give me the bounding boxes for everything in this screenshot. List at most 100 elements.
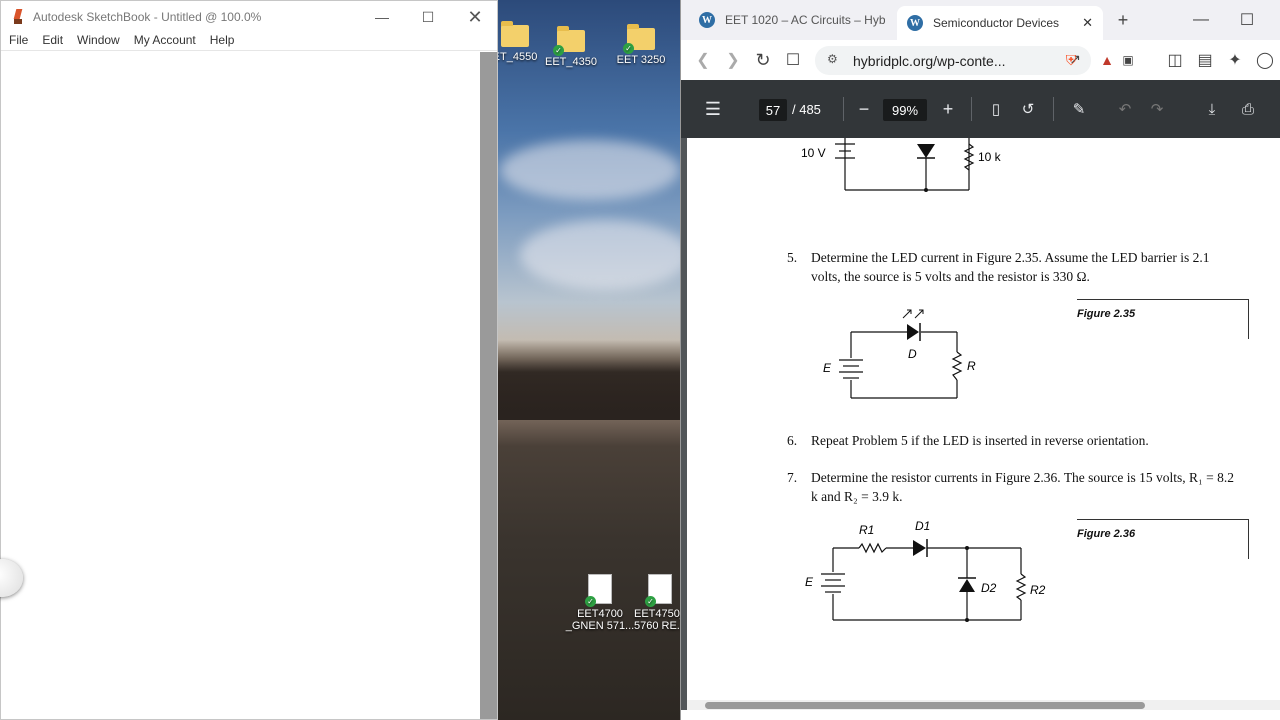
browser-window: W EET 1020 – AC Circuits – Hybri W Semic… bbox=[680, 0, 1280, 720]
minimize-button[interactable]: — bbox=[1191, 10, 1211, 30]
folder-icon bbox=[501, 21, 529, 47]
back-icon[interactable]: ❮ bbox=[693, 50, 713, 70]
figure-2-35-circuit: E D R bbox=[823, 309, 976, 399]
folder-icon: ✓ bbox=[553, 26, 585, 56]
problem-text: Determine the resistor currents in Figur… bbox=[811, 470, 1234, 504]
menu-my-account[interactable]: My Account bbox=[134, 33, 196, 50]
figure-2-36-circuit: E R1 D1 D2 R2 bbox=[805, 519, 1046, 622]
problem-text: Repeat Problem 5 if the LED is inserted … bbox=[811, 433, 1149, 448]
window-title: Autodesk SketchBook - Untitled @ 100.0% bbox=[33, 10, 262, 24]
page-number-input[interactable]: 57 bbox=[759, 99, 787, 121]
menu-edit[interactable]: Edit bbox=[42, 33, 63, 50]
menu-icon[interactable]: ☰ bbox=[703, 99, 723, 119]
sync-check-icon: ✓ bbox=[645, 596, 656, 607]
desktop-wallpaper: ET_4550 ✓ EET_4350 ✓ EET 3250 ✓ EET4700 … bbox=[480, 0, 690, 720]
vpn-icon[interactable]: ◯ bbox=[1255, 50, 1275, 70]
new-tab-icon[interactable]: + bbox=[1113, 10, 1133, 30]
sketchbook-window: Autodesk SketchBook - Untitled @ 100.0% … bbox=[0, 0, 498, 720]
wallpaper-treeline bbox=[480, 340, 690, 420]
menu-window[interactable]: Window bbox=[77, 33, 120, 50]
zoom-input[interactable]: 99% bbox=[883, 99, 927, 121]
pdf-viewer[interactable]: 10 V 10 k 5. Determine the LED current i… bbox=[681, 138, 1280, 710]
menu-file[interactable]: File bbox=[9, 33, 28, 50]
desktop-folder-icon[interactable]: ✓ EET_4350 bbox=[536, 26, 606, 68]
reload-icon[interactable]: ↻ bbox=[753, 50, 773, 70]
annotate-icon[interactable]: ✎ bbox=[1069, 99, 1089, 119]
resistor-label: 10 k bbox=[978, 150, 1002, 164]
problem-number: 6. bbox=[787, 433, 798, 448]
undo-icon[interactable]: ↶ bbox=[1115, 99, 1135, 119]
site-settings-icon[interactable]: ⚙ bbox=[827, 52, 838, 66]
browser-toolbar: ❮ ❯ ↻ ☐ ⚙ hybridplc.org/wp-conte... ↗ ⛨ … bbox=[681, 40, 1280, 80]
problem-number: 7. bbox=[787, 470, 798, 485]
zoom-out-icon[interactable]: − bbox=[854, 99, 874, 119]
source-label: E bbox=[823, 361, 832, 375]
bookmark-icon[interactable]: ☐ bbox=[783, 50, 803, 70]
download-icon[interactable]: ⤓ bbox=[1202, 99, 1222, 119]
drawing-canvas[interactable] bbox=[1, 52, 481, 719]
resistor-label: R bbox=[967, 359, 976, 373]
desktop-icon-label: EET 3250 bbox=[616, 54, 666, 66]
print-icon[interactable]: ⎙ bbox=[1238, 99, 1258, 119]
resistor2-label: R2 bbox=[1030, 583, 1046, 597]
figure-caption: Figure 2.36 bbox=[1077, 528, 1136, 540]
figure-caption: Figure 2.35 bbox=[1077, 308, 1136, 320]
maximize-button[interactable]: ☐ bbox=[405, 1, 451, 33]
sketchbook-app-icon bbox=[11, 9, 25, 25]
desktop-folder-icon[interactable]: ✓ EET 3250 bbox=[606, 24, 676, 66]
pdf-toolbar: ☰ 57 / 485 − 99% + ▯ ↺ ✎ ↶ ↷ ⤓ ⎙ bbox=[681, 80, 1280, 138]
toolbar-separator bbox=[843, 97, 844, 121]
desktop-icon-label: ET_4550 bbox=[492, 51, 538, 63]
wallet-icon[interactable]: ▤ bbox=[1195, 50, 1215, 70]
source-label: E bbox=[805, 575, 814, 589]
maximize-button[interactable]: ☐ bbox=[1237, 10, 1257, 30]
horizontal-scrollbar[interactable] bbox=[687, 700, 1280, 710]
tab-semiconductor-devices[interactable]: W Semiconductor Devices ✕ bbox=[897, 6, 1103, 40]
menu-help[interactable]: Help bbox=[210, 33, 235, 50]
document-icon: ✓ bbox=[645, 574, 672, 607]
redo-icon[interactable]: ↷ bbox=[1147, 99, 1167, 119]
vertical-scrollbar[interactable] bbox=[480, 52, 497, 719]
minimize-button[interactable]: — bbox=[359, 1, 405, 33]
menu-bar: File Edit Window My Account Help bbox=[1, 33, 497, 51]
diode-label: D bbox=[908, 347, 917, 361]
diode2-label: D2 bbox=[981, 581, 997, 595]
problem-number: 5. bbox=[787, 250, 798, 265]
tab-title: EET 1020 – AC Circuits – Hybri bbox=[725, 13, 885, 27]
tab-title: Semiconductor Devices bbox=[933, 16, 1060, 30]
scrollbar-thumb[interactable] bbox=[705, 702, 1145, 709]
sync-check-icon: ✓ bbox=[553, 45, 564, 56]
toolbar-separator bbox=[971, 97, 972, 121]
toolbar-separator bbox=[1053, 97, 1054, 121]
zoom-in-icon[interactable]: + bbox=[938, 99, 958, 119]
tab-close-icon[interactable]: ✕ bbox=[1082, 15, 1093, 31]
fit-page-icon[interactable]: ▯ bbox=[986, 99, 1006, 119]
wallpaper-cloud bbox=[500, 140, 680, 200]
rewards-icon[interactable]: ▲ bbox=[1097, 50, 1117, 70]
desktop-icon-label: EET4750_ 5760 RE... bbox=[634, 608, 686, 632]
sync-check-icon: ✓ bbox=[623, 43, 634, 54]
url-text: hybridplc.org/wp-conte... bbox=[853, 52, 1006, 69]
figure-top-circuit: 10 V 10 k bbox=[801, 138, 1002, 192]
desktop-icon-label: EET4700 _GNEN 571... bbox=[565, 608, 635, 632]
leo-ai-icon[interactable]: ✦ bbox=[1225, 50, 1245, 70]
document-icon: ✓ bbox=[585, 574, 612, 607]
source-label: 10 V bbox=[801, 146, 826, 160]
rotate-icon[interactable]: ↺ bbox=[1018, 99, 1038, 119]
brave-shield-icon[interactable]: ⛨ bbox=[1061, 50, 1081, 70]
reader-mode-icon[interactable]: ▣ bbox=[1118, 50, 1138, 70]
close-button[interactable]: ✕ bbox=[452, 1, 498, 33]
tab-strip: W EET 1020 – AC Circuits – Hybri W Semic… bbox=[681, 0, 1280, 40]
address-bar[interactable]: ⚙ hybridplc.org/wp-conte... ↗ bbox=[815, 46, 1091, 75]
folder-icon: ✓ bbox=[623, 24, 655, 54]
forward-icon[interactable]: ❯ bbox=[723, 50, 743, 70]
resistor1-label: R1 bbox=[859, 523, 874, 537]
page-total: / 485 bbox=[792, 102, 821, 117]
wordpress-icon: W bbox=[907, 15, 923, 31]
desktop-icon-label: EET_4350 bbox=[545, 56, 597, 68]
problem-text: Determine the LED current in Figure 2.35… bbox=[811, 250, 1210, 284]
wallpaper-cloud bbox=[520, 220, 690, 290]
tab-ac-circuits[interactable]: W EET 1020 – AC Circuits – Hybri bbox=[689, 6, 889, 34]
sidebar-icon[interactable]: ◫ bbox=[1165, 50, 1185, 70]
diode1-label: D1 bbox=[915, 519, 930, 533]
